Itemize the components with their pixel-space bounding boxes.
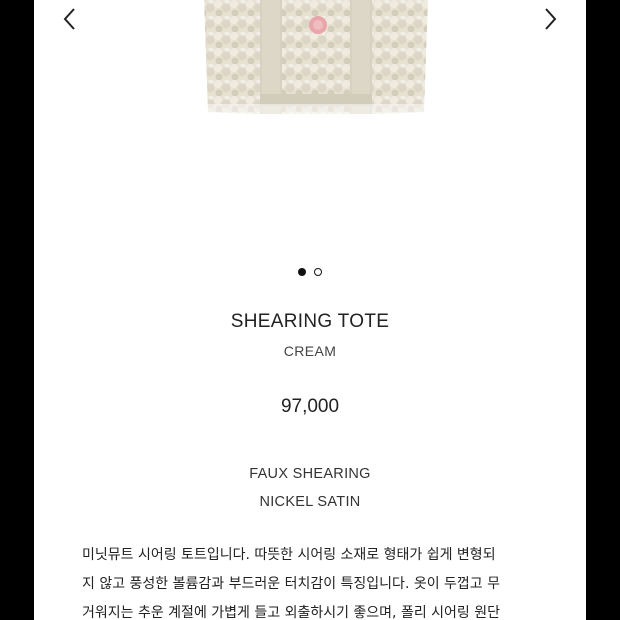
shearing-tote-illustration <box>198 0 434 114</box>
product-image[interactable] <box>198 0 434 114</box>
pagination-dot[interactable] <box>314 268 322 276</box>
product-price: 97,000 <box>280 396 340 417</box>
chevron-right-icon <box>545 8 557 30</box>
description-line: 거워지는 추운 계절에 가볍게 들고 외출하시기 좋으며, 폴리 시어링 원단 <box>82 605 501 620</box>
description-line: 미닛뮤트 시어링 토트입니다. 따뜻한 시어링 소재로 형태가 쉽게 변형되 <box>82 547 496 563</box>
device-frame: SHEARING TOTE CREAM 97,000 FAUX SHEARING… <box>0 0 620 620</box>
material-item: NICKEL SATIN <box>259 494 361 510</box>
product-detail-screen: SHEARING TOTE CREAM 97,000 FAUX SHEARING… <box>34 0 586 620</box>
description-line: 지 않고 풍성한 볼륨감과 부드러운 터치감이 특징입니다. 옷이 두껍고 무 <box>82 576 501 592</box>
product-title: SHEARING TOTE <box>230 311 390 332</box>
previous-image-button[interactable] <box>56 6 82 32</box>
gallery-pagination <box>34 268 586 276</box>
pagination-dot-active[interactable] <box>298 268 306 276</box>
chevron-left-icon <box>63 8 75 30</box>
product-description: 미닛뮤트 시어링 토트입니다. 따뜻한 시어링 소재로 형태가 쉽게 변형되 지… <box>82 541 542 620</box>
product-color: CREAM <box>283 343 337 359</box>
next-image-button[interactable] <box>538 6 564 32</box>
material-item: FAUX SHEARING <box>249 466 371 482</box>
